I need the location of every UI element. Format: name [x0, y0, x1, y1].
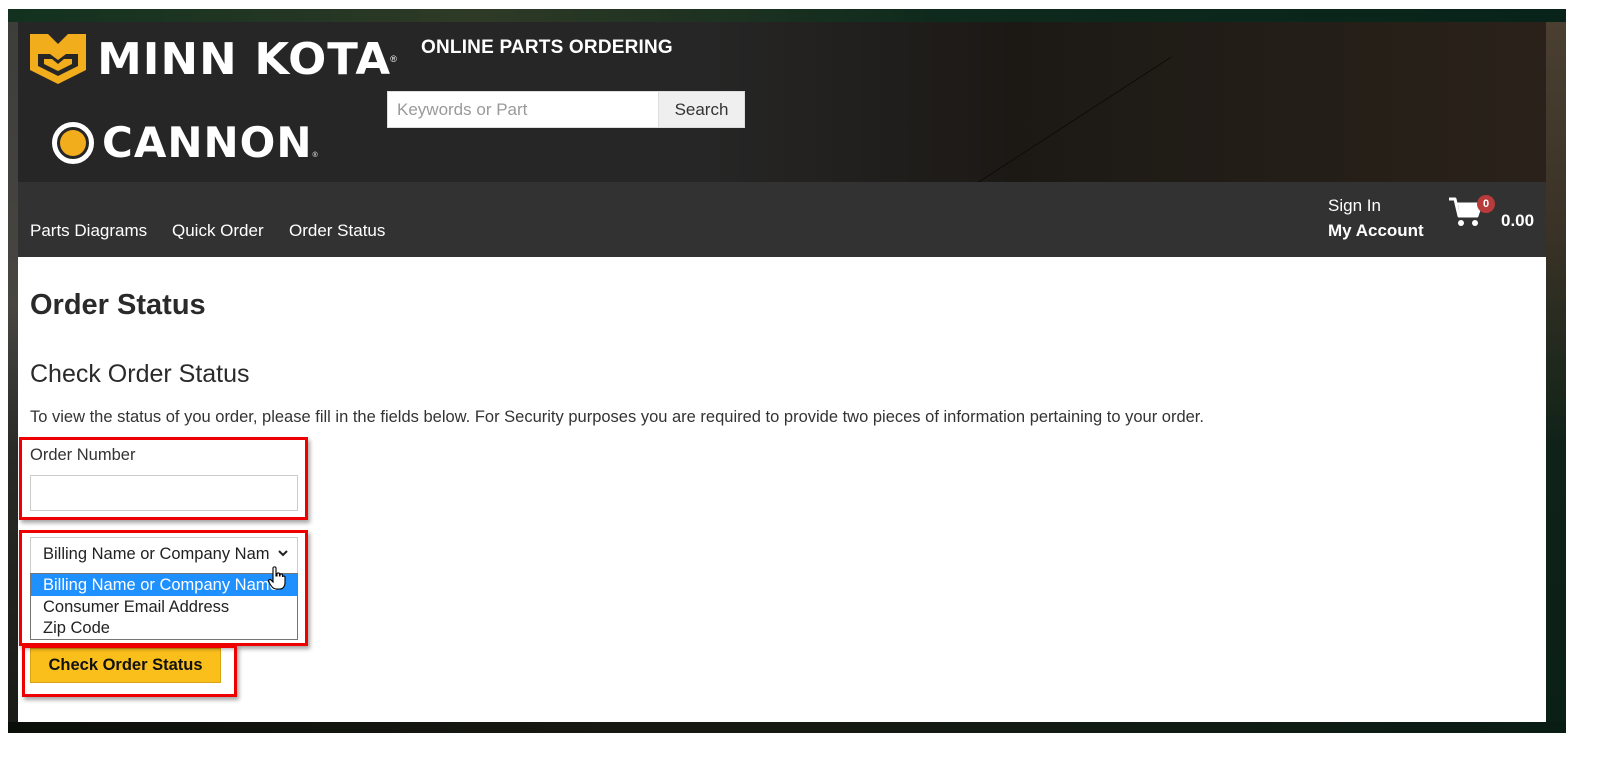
minn-kota-emblem-icon [30, 34, 86, 84]
nav-parts-diagrams[interactable]: Parts Diagrams [30, 221, 147, 241]
nav-quick-order[interactable]: Quick Order [172, 221, 264, 241]
background-frame-bottom [8, 722, 1566, 733]
minn-kota-logo[interactable]: MINN KOTA ® [28, 32, 397, 86]
sign-in-link[interactable]: Sign In [1328, 196, 1381, 216]
cannon-wordmark: CANNON [102, 118, 313, 167]
fishing-line-decoration [977, 56, 1172, 182]
minn-kota-wordmark: MINN KOTA [97, 33, 392, 85]
background-frame-right [1546, 22, 1566, 732]
background-frame-top [8, 9, 1566, 22]
registered-mark: ® [390, 54, 397, 64]
section-title: Check Order Status [30, 360, 250, 388]
site-header: MINN KOTA ® CANNON ® ONLINE PARTS ORDERI… [18, 22, 1546, 182]
highlight-lookup-select [19, 530, 308, 646]
cart-total: 0.00 [1501, 211, 1535, 230]
cannon-logo[interactable]: CANNON ® [52, 118, 318, 167]
intro-text: To view the status of you order, please … [30, 408, 1204, 426]
search-bar: Search [387, 91, 745, 128]
search-input[interactable] [387, 91, 659, 128]
highlight-submit-button [22, 645, 237, 697]
nav-order-status[interactable]: Order Status [289, 221, 385, 241]
highlight-order-number [19, 437, 308, 520]
page-title: Order Status [30, 289, 206, 321]
registered-mark: ® [312, 152, 318, 159]
my-account-link[interactable]: My Account [1328, 221, 1424, 241]
background-frame-left [8, 22, 18, 732]
cart-count-badge: 0 [1477, 195, 1495, 213]
cannon-circle-icon [52, 121, 94, 164]
site-title: ONLINE PARTS ORDERING [421, 37, 673, 58]
search-button[interactable]: Search [659, 91, 745, 128]
main-nav: Parts Diagrams Quick Order Order Status … [18, 182, 1546, 257]
